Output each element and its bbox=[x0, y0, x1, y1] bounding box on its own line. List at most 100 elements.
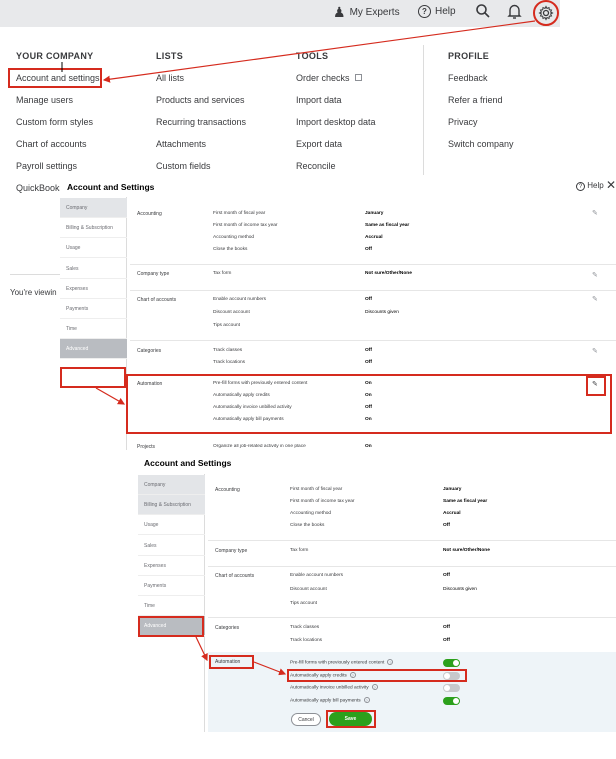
sidebar-item-usage[interactable]: Usage bbox=[138, 515, 205, 535]
field-value: Off bbox=[365, 360, 372, 365]
sidebar-item-usage[interactable]: Usage bbox=[60, 238, 127, 258]
tools-heading: TOOLS bbox=[296, 51, 329, 61]
field-label: Automatically apply bill payments? bbox=[290, 697, 370, 703]
order-checks-label: Order checks bbox=[296, 73, 350, 83]
field-label-text: Automatically apply bill payments bbox=[290, 698, 361, 704]
sidebar-item-time[interactable]: Time bbox=[138, 596, 205, 616]
field-value: Same as fiscal year bbox=[443, 499, 488, 504]
pencil-icon[interactable]: ✎ bbox=[592, 347, 598, 355]
sidebar-item-billing[interactable]: Billing & Subscription bbox=[138, 495, 205, 515]
field-value: January bbox=[443, 487, 462, 492]
sidebar-item-expenses[interactable]: Expenses bbox=[138, 556, 205, 576]
panel1-sidebar: Company Billing & Subscription Usage Sal… bbox=[60, 197, 127, 450]
panel1-help-label: Help bbox=[587, 181, 604, 190]
help-icon: ? bbox=[418, 5, 431, 18]
divider bbox=[130, 290, 616, 291]
sidebar-item-sales[interactable]: Sales bbox=[138, 536, 205, 556]
info-icon[interactable]: ? bbox=[387, 659, 394, 665]
toggle-prefill-forms[interactable] bbox=[443, 659, 460, 667]
info-icon[interactable]: ? bbox=[363, 697, 370, 703]
section-categories: Categories bbox=[137, 348, 162, 354]
menu-item-chart-of-accounts[interactable]: Chart of accounts bbox=[16, 139, 87, 149]
sidebar-item-expenses[interactable]: Expenses bbox=[60, 279, 127, 299]
pencil-icon[interactable]: ✎ bbox=[592, 209, 598, 217]
gear-icon[interactable] bbox=[533, 0, 559, 26]
sidebar-item-billing[interactable]: Billing & Subscription bbox=[60, 218, 127, 238]
close-icon[interactable]: ✕ bbox=[606, 178, 616, 192]
field-value: Discounts given bbox=[365, 310, 399, 315]
field-label-text: Pre-fill forms with previously entered c… bbox=[290, 660, 385, 666]
field-value: Off bbox=[443, 638, 450, 643]
field-label: First month of income tax year bbox=[290, 499, 355, 504]
toggle-apply-bill-payments[interactable] bbox=[443, 697, 460, 705]
sidebar-item-payments[interactable]: Payments bbox=[138, 576, 205, 596]
highlight-automation-2 bbox=[209, 655, 254, 669]
menu-item-import-desktop-data[interactable]: Import desktop data bbox=[296, 117, 376, 127]
field-label: Organize all job-related activity in one… bbox=[213, 444, 306, 449]
info-icon[interactable]: ? bbox=[371, 684, 378, 690]
section-accounting: Accounting bbox=[137, 211, 162, 217]
field-value: Off bbox=[365, 297, 372, 302]
highlight-save bbox=[326, 710, 376, 728]
sidebar-item-company[interactable]: Company bbox=[60, 198, 127, 218]
sidebar-item-time[interactable]: Time bbox=[60, 319, 127, 339]
field-label: Enable account numbers bbox=[213, 297, 267, 302]
panel2-title: Account and Settings bbox=[144, 458, 232, 468]
divider bbox=[208, 566, 616, 567]
field-value: Off bbox=[443, 523, 450, 528]
sidebar-item-sales[interactable]: Sales bbox=[60, 259, 127, 279]
sidebar-item-payments[interactable]: Payments bbox=[60, 299, 127, 319]
menu-item-reconcile[interactable]: Reconcile bbox=[296, 161, 336, 171]
panel2-sidebar: Company Billing & Subscription Usage Sal… bbox=[138, 474, 205, 732]
sidebar-item-company[interactable]: Company bbox=[138, 475, 205, 495]
menu-divider bbox=[423, 45, 424, 175]
menu-item-refer-a-friend[interactable]: Refer a friend bbox=[448, 95, 503, 105]
menu-item-export-data[interactable]: Export data bbox=[296, 139, 342, 149]
field-value: Off bbox=[365, 348, 372, 353]
menu-item-attachments[interactable]: Attachments bbox=[156, 139, 206, 149]
field-label: Tax form bbox=[213, 271, 232, 276]
field-label: Tax form bbox=[290, 548, 309, 553]
viewing-text: You're viewin bbox=[10, 288, 57, 297]
section-accounting: Accounting bbox=[215, 487, 240, 493]
divider bbox=[10, 274, 60, 275]
highlight-advanced-2 bbox=[138, 616, 204, 637]
menu-item-order-checks[interactable]: Order checks bbox=[296, 73, 363, 83]
toggle-knob bbox=[444, 685, 450, 691]
menu-item-custom-fields[interactable]: Custom fields bbox=[156, 161, 211, 171]
menu-item-all-lists[interactable]: All lists bbox=[156, 73, 184, 83]
menu-item-feedback[interactable]: Feedback bbox=[448, 73, 488, 83]
cancel-button[interactable]: Cancel bbox=[291, 713, 321, 726]
field-label: Track locations bbox=[213, 360, 246, 365]
field-label: Discount account bbox=[213, 310, 250, 315]
my-experts-link[interactable]: ♟ My Experts bbox=[333, 5, 400, 19]
field-value: Accrual bbox=[365, 235, 383, 240]
search-icon[interactable] bbox=[475, 3, 491, 19]
profile-heading: PROFILE bbox=[448, 51, 490, 61]
help-link[interactable]: ? Help bbox=[418, 5, 456, 18]
divider bbox=[208, 617, 616, 618]
menu-item-products-and-services[interactable]: Products and services bbox=[156, 95, 245, 105]
field-label: Automatically invoice unbilled activity? bbox=[290, 684, 378, 690]
field-label: Tips account bbox=[290, 601, 318, 606]
sidebar-item-advanced[interactable]: Advanced bbox=[60, 339, 127, 359]
field-value: Off bbox=[365, 247, 372, 252]
lists-heading: LISTS bbox=[156, 51, 184, 61]
menu-item-import-data[interactable]: Import data bbox=[296, 95, 342, 105]
section-company-type: Company type bbox=[215, 548, 248, 554]
menu-item-recurring-transactions[interactable]: Recurring transactions bbox=[156, 117, 246, 127]
pencil-icon[interactable]: ✎ bbox=[592, 271, 598, 279]
bell-icon[interactable] bbox=[507, 3, 522, 20]
settings-menu: YOUR COMPANY LISTS TOOLS PROFILE Account… bbox=[0, 27, 560, 197]
menu-item-custom-form-styles[interactable]: Custom form styles bbox=[16, 117, 93, 127]
menu-item-payroll-settings[interactable]: Payroll settings bbox=[16, 161, 77, 171]
panel1-help-link[interactable]: ? Help bbox=[576, 181, 604, 191]
menu-item-privacy[interactable]: Privacy bbox=[448, 117, 478, 127]
automation-edit-area bbox=[208, 652, 616, 732]
menu-item-quickbooks[interactable]: QuickBooks bbox=[16, 183, 64, 193]
pencil-icon[interactable]: ✎ bbox=[592, 295, 598, 303]
menu-item-manage-users[interactable]: Manage users bbox=[16, 95, 73, 105]
menu-item-switch-company[interactable]: Switch company bbox=[448, 139, 514, 149]
field-value: Not sure/Other/None bbox=[365, 271, 412, 276]
toggle-invoice-unbilled[interactable] bbox=[443, 684, 460, 692]
